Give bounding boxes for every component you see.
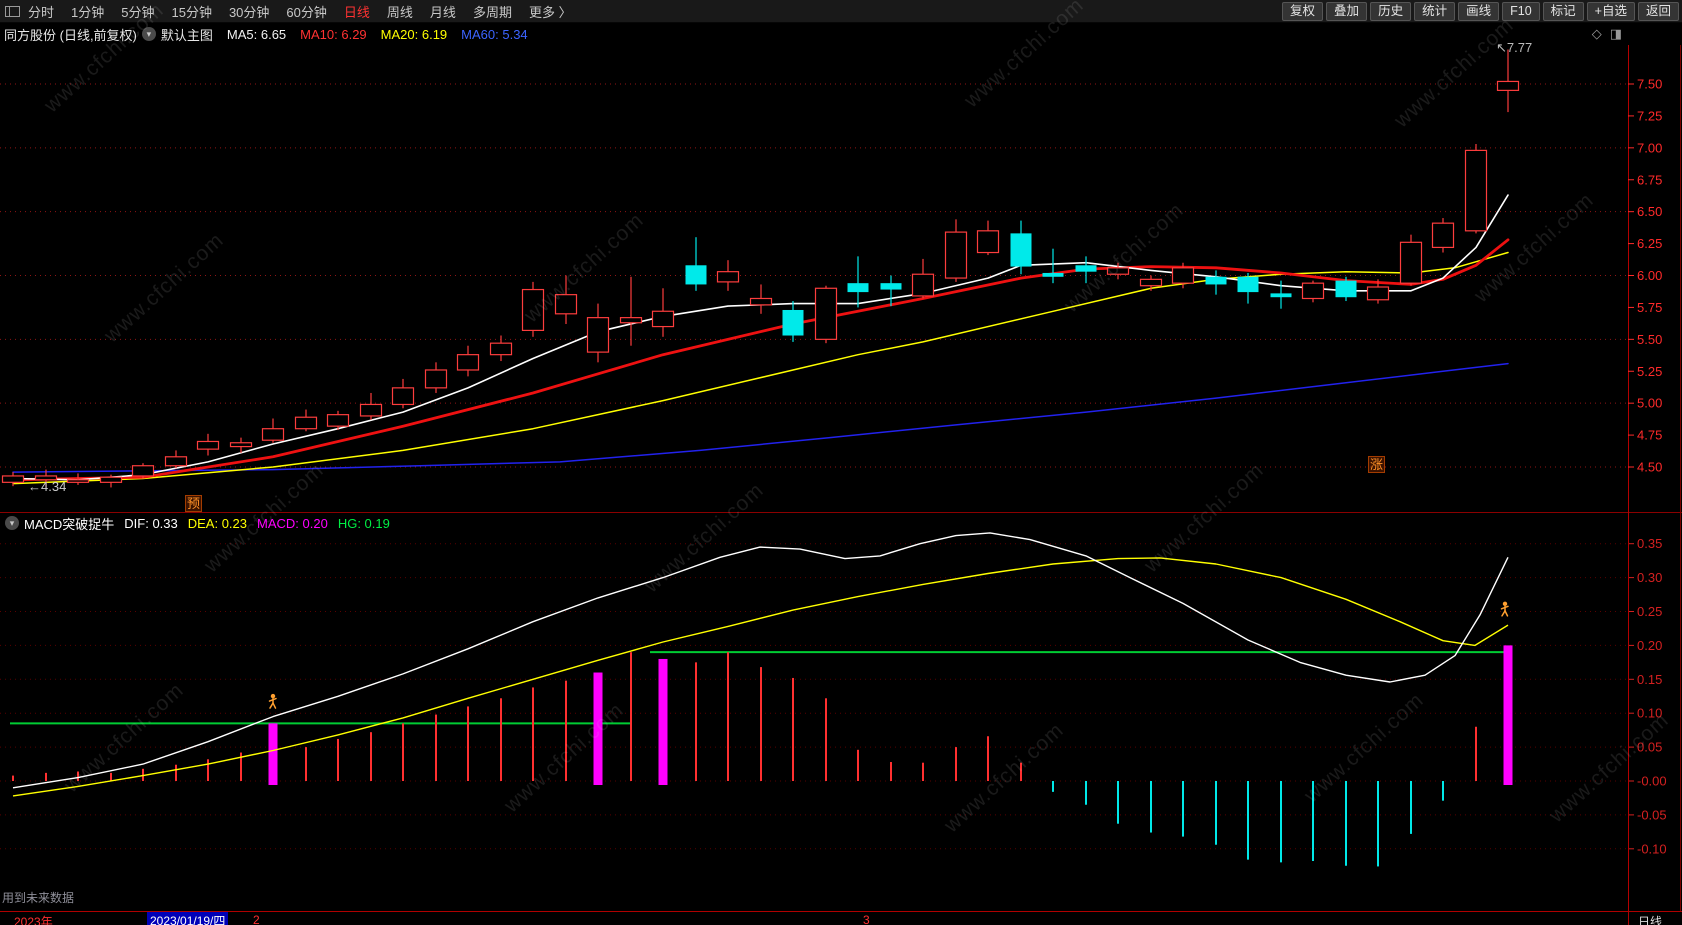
main-candlestick-chart: 7.50 7.25 7.00 6.75 6.50 6.25 6.00 5.75 5.50 5.25… [0, 45, 1681, 512]
svg-text:6.00: 6.00 [1637, 268, 1662, 283]
toolbar-button[interactable]: F10 [1502, 1, 1540, 21]
svg-text:7.50: 7.50 [1637, 77, 1662, 92]
toolbar-button[interactable]: 返回 [1637, 1, 1679, 21]
window-panel-icon[interactable] [5, 5, 20, 17]
period-tab[interactable]: 分时 [28, 2, 54, 21]
svg-text:-0.00: -0.00 [1637, 774, 1667, 789]
toolbar-button[interactable]: 叠加 [1326, 1, 1368, 21]
ma-value: MA60: 5.34 [461, 26, 528, 42]
svg-text:0.25: 0.25 [1637, 604, 1662, 619]
signal-marker: 涨 [1368, 456, 1386, 473]
toolbar-button[interactable]: 标记 [1542, 1, 1584, 21]
macd-value: DEA: 0.23 [187, 515, 248, 531]
period-tab[interactable]: 1分钟 [71, 2, 104, 21]
svg-text:6.50: 6.50 [1637, 204, 1662, 219]
svg-text:5.50: 5.50 [1637, 332, 1662, 347]
future-data-note: 用到未来数据 [2, 891, 75, 905]
split-panel-icon[interactable]: ◨ [1610, 26, 1622, 42]
macd-value: HG: 0.19 [337, 515, 390, 531]
period-tab[interactable]: 更多 〉 [529, 2, 572, 21]
svg-text:0.20: 0.20 [1637, 638, 1662, 653]
period-label: 日线 [1638, 915, 1663, 925]
period-tab[interactable]: 月线 [430, 2, 456, 21]
macd-indicator-panel: 0.35 0.30 0.25 0.20 0.15 0.10 0.05 -0.00 -0.05 -0… [0, 512, 1682, 911]
macd-value: DIF: 0.33 [124, 515, 178, 531]
period-menu: 分时 1分钟 5分钟 15分钟 30分钟 60分钟 日线 周线 月线 多周期 更多 〉 [28, 2, 572, 21]
high-price-annotation: ↖7.77 [1496, 40, 1533, 55]
person-marker-icon [268, 693, 277, 709]
svg-text:5.25: 5.25 [1637, 364, 1662, 379]
chevron-down-icon[interactable]: ▾ [141, 27, 156, 41]
svg-text:7.00: 7.00 [1637, 140, 1662, 155]
toolbar-button[interactable]: 统计 [1414, 1, 1456, 21]
period-tab[interactable]: 15分钟 [171, 2, 211, 21]
svg-text:0.35: 0.35 [1637, 536, 1662, 551]
svg-text:4.75: 4.75 [1637, 428, 1662, 443]
indicator-name[interactable]: MACD突破捉牛 [24, 514, 114, 533]
svg-text:5.00: 5.00 [1637, 396, 1662, 411]
period-tab[interactable]: 日线 [344, 2, 370, 21]
toolbar-button[interactable]: 画线 [1458, 1, 1500, 21]
pane-corner-icons: ◇ ◨ [1592, 26, 1622, 42]
macd-value: MACD: 0.20 [257, 515, 328, 531]
top-menu-bar: 分时 1分钟 5分钟 15分钟 30分钟 60分钟 日线 周线 月线 多周期 更多 〉 复权 叠加 历史… [0, 0, 1682, 23]
svg-text:0.10: 0.10 [1637, 706, 1662, 721]
diamond-icon[interactable]: ◇ [1592, 26, 1602, 42]
toolbar-button[interactable]: +自选 [1586, 1, 1635, 21]
svg-text:7.25: 7.25 [1637, 108, 1662, 123]
stock-title[interactable]: 同方股份 (日线,前复权) [4, 25, 137, 44]
collapse-indicator-icon[interactable]: ▾ [5, 516, 19, 530]
toolbar-button[interactable]: 复权 [1282, 1, 1324, 21]
signal-marker: 预 [185, 495, 203, 512]
ma-value: MA20: 6.19 [380, 26, 448, 42]
selected-date-label[interactable]: 2023/01/19/四 [147, 912, 229, 925]
period-tab[interactable]: 60分钟 [286, 2, 326, 21]
svg-text:5.75: 5.75 [1637, 300, 1662, 315]
low-price-annotation: ←4.34 [28, 479, 67, 494]
svg-text:-0.10: -0.10 [1637, 841, 1667, 856]
period-tab[interactable]: 30分钟 [229, 2, 269, 21]
ma-value: MA5: 6.65 [226, 26, 287, 42]
year-label: 2023年 [14, 915, 53, 925]
ma-value: MA10: 6.29 [300, 26, 367, 42]
month-mark: 3 [863, 913, 870, 925]
svg-text:4.50: 4.50 [1637, 460, 1662, 475]
svg-text:6.25: 6.25 [1637, 236, 1662, 251]
svg-text:0.15: 0.15 [1637, 672, 1662, 687]
period-tab[interactable]: 多周期 [473, 2, 512, 21]
stock-app-window: 分时 1分钟 5分钟 15分钟 30分钟 60分钟 日线 周线 月线 多周期 更多 〉 复权 叠加 历史… [0, 0, 1682, 925]
bottom-time-axis: 2023年 2023/01/19/四 2 3 日线 [0, 911, 1682, 925]
toolbar-button[interactable]: 历史 [1370, 1, 1412, 21]
svg-text:0.05: 0.05 [1637, 740, 1662, 755]
period-tab[interactable]: 周线 [387, 2, 413, 21]
axis-divider [1628, 912, 1629, 925]
macd-values: DIF: 0.33 DEA: 0.23 MACD: 0.20 HG: 0.19 [124, 516, 400, 531]
main-overlay-select[interactable]: 默认主图 [161, 25, 213, 44]
period-tab[interactable]: 5分钟 [121, 2, 154, 21]
toolbar-buttons: 复权 叠加 历史 统计 画线 F10 标记 +自选 返回 [1279, 1, 1682, 21]
month-mark: 2 [253, 913, 260, 925]
svg-text:-0.05: -0.05 [1637, 807, 1667, 822]
svg-text:6.75: 6.75 [1637, 172, 1662, 187]
svg-text:0.30: 0.30 [1637, 570, 1662, 585]
macd-header: ▾ MACD突破捉牛 DIF: 0.33 DEA: 0.23 MACD: 0.20 H… [0, 514, 400, 532]
ma-legend: MA5: 6.65 MA10: 6.29 MA20: 6.19 MA60: 5.34 [213, 27, 528, 42]
chart-header: 同方股份 (日线,前复权) ▾ 默认主图 MA5: 6.65 MA10: 6.29… [0, 23, 1682, 45]
person-marker-icon [1500, 601, 1509, 617]
